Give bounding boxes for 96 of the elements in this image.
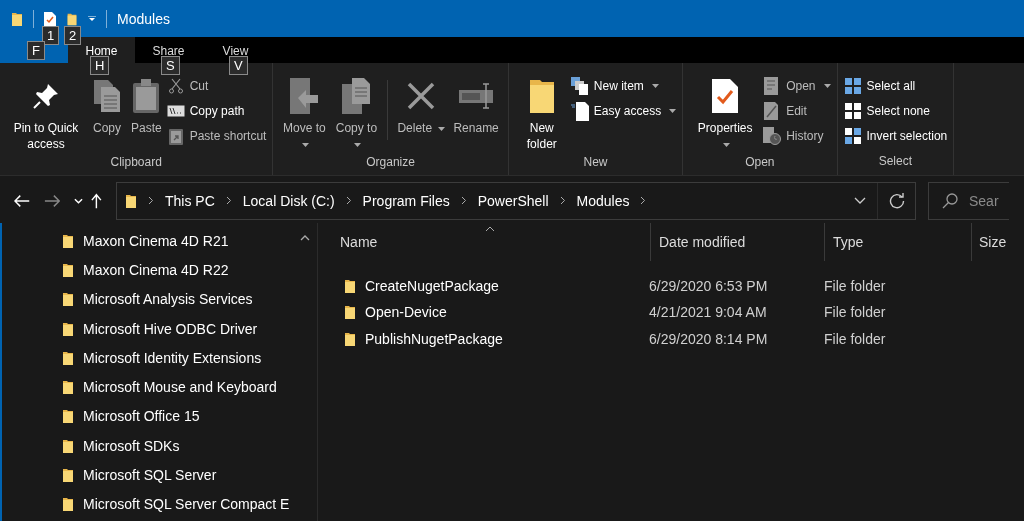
search-field[interactable]: Sear	[928, 181, 1009, 220]
navigation-item[interactable]: Microsoft Hive ODBC Driver	[2, 313, 317, 344]
path-icon	[166, 104, 185, 117]
navigation-item[interactable]: Microsoft SQL Server Compact E	[2, 489, 317, 519]
chevron-right-icon	[225, 196, 232, 205]
navigation-item[interactable]: Maxon Cinema 4D R21	[2, 226, 317, 256]
move-icon	[288, 76, 321, 116]
file-name[interactable]: PublishNugetPackage	[365, 330, 649, 347]
group-label: Select	[878, 153, 913, 170]
ribbon-button[interactable]: Pin to Quick access	[6, 76, 86, 152]
folder-icon	[62, 320, 74, 337]
group-label: Organize	[366, 154, 415, 171]
folder-icon	[344, 330, 356, 347]
sort-ascending-icon	[485, 226, 495, 232]
keytip: S	[161, 56, 180, 75]
column-header[interactable]: Size	[971, 223, 1007, 261]
folder-icon	[11, 10, 23, 27]
folder-icon	[62, 291, 74, 308]
ribbon-button[interactable]: Select none	[843, 101, 948, 120]
up-icon[interactable]	[91, 192, 102, 209]
dropdown-icon[interactable]	[88, 15, 96, 22]
chevron-right-icon	[148, 196, 154, 205]
folder-icon	[62, 232, 74, 249]
window-title: Modules	[117, 10, 170, 27]
group-label: New	[583, 154, 608, 171]
file-type: File folder	[824, 278, 886, 295]
back-icon[interactable]	[14, 193, 31, 208]
scissors-icon	[166, 77, 185, 94]
ribbon-button[interactable]: Invert selection	[843, 126, 948, 145]
group-label: Clipboard	[110, 154, 162, 171]
chevron-right-icon	[460, 196, 467, 205]
navigation-item[interactable]: Microsoft Identity Extensions	[2, 343, 317, 373]
document-icon	[570, 100, 589, 121]
chevron-right-icon	[640, 196, 647, 205]
ribbon-button[interactable]: New folder	[514, 76, 569, 152]
date-modified: 4/21/2021 9:04 AM	[649, 304, 768, 321]
breadcrumb[interactable]: Modules	[576, 192, 630, 209]
history-icon	[763, 126, 782, 145]
folder-icon	[62, 379, 74, 396]
folder-icon	[344, 304, 356, 321]
keytip: 2	[64, 25, 82, 45]
file-type: File folder	[824, 330, 886, 347]
dropdown-icon[interactable]	[854, 197, 866, 204]
keytip: V	[229, 56, 248, 75]
file-type: File folder	[824, 304, 886, 321]
navigation-item[interactable]: Microsoft Mouse and Keyboard	[2, 372, 317, 402]
group-label: Open	[745, 154, 775, 171]
file-name[interactable]: Open-Device	[365, 304, 649, 321]
scroll-up-icon[interactable]	[300, 235, 310, 241]
folder-icon	[62, 437, 74, 454]
recent-locations-icon[interactable]	[74, 197, 84, 204]
new-folder-icon	[66, 11, 78, 26]
folder-icon	[62, 496, 74, 513]
grid-icon	[843, 102, 862, 119]
grid-icon	[843, 127, 862, 144]
keytip: F	[27, 41, 45, 60]
folder-icon	[62, 349, 74, 366]
file-name[interactable]: CreateNugetPackage	[365, 278, 649, 295]
refresh-icon[interactable]	[889, 192, 905, 209]
ribbon-button[interactable]: Copy path	[166, 101, 267, 120]
address-bar[interactable]: This PC Local Disk (C:) Program Files PowerShell Modules	[116, 181, 916, 220]
folder-icon	[62, 261, 74, 278]
folder-icon	[62, 408, 74, 425]
grid-icon	[843, 77, 862, 94]
navigation-item[interactable]: Microsoft Analysis Services	[2, 284, 317, 314]
properties-icon	[711, 76, 740, 116]
date-modified: 6/29/2020 6:53 PM	[649, 278, 769, 295]
navigation-item[interactable]: Microsoft Office 15	[2, 401, 317, 432]
folder-icon	[62, 467, 74, 483]
search-icon	[942, 192, 958, 209]
breadcrumb[interactable]: Local Disk (C:)	[242, 192, 335, 209]
navigation-item[interactable]: Microsoft SQL Server	[2, 460, 317, 490]
folder-icon	[344, 278, 356, 295]
column-header[interactable]: Type	[824, 223, 971, 261]
copy-to-icon	[340, 76, 373, 116]
ribbon-button[interactable]: New item	[570, 76, 677, 95]
new-item-icon	[570, 76, 589, 95]
clipboard-icon	[132, 76, 161, 116]
folder-icon	[125, 192, 137, 209]
forward-icon[interactable]	[44, 193, 61, 208]
ribbon-button[interactable]: Select all	[843, 76, 948, 95]
navigation-item[interactable]: Maxon Cinema 4D R22	[2, 255, 317, 285]
date-modified: 6/29/2020 8:14 PM	[649, 330, 769, 347]
column-header[interactable]: Name	[340, 223, 650, 261]
chevron-right-icon	[345, 196, 352, 205]
keytip: H	[90, 56, 110, 75]
ribbon-button[interactable]: Properties	[689, 76, 762, 152]
column-header[interactable]: Date modified	[650, 223, 824, 261]
breadcrumb[interactable]: PowerShell	[477, 192, 549, 209]
shortcut-clipboard-icon	[166, 126, 185, 145]
ribbon-button[interactable]: Easy access	[570, 101, 677, 120]
navigation-item[interactable]: Microsoft SDKs	[2, 431, 317, 461]
breadcrumb[interactable]: This PC	[165, 192, 215, 209]
chevron-right-icon	[559, 196, 566, 205]
properties-icon[interactable]	[44, 11, 56, 26]
breadcrumb[interactable]: Program Files	[362, 192, 450, 209]
